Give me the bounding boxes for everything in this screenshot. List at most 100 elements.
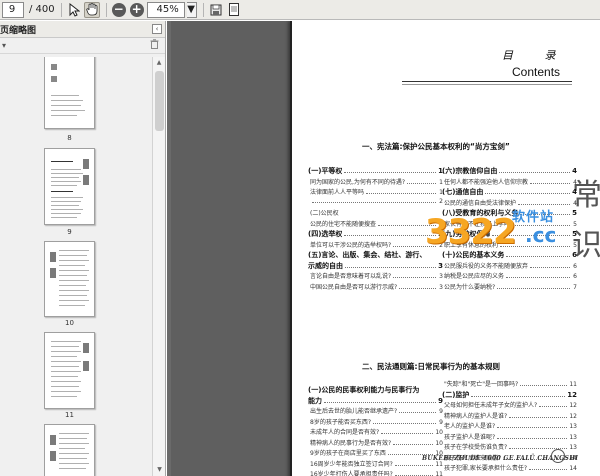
- toc-entry-text: (一)平等权: [308, 167, 343, 175]
- collapse-panel-icon[interactable]: ‹: [152, 24, 162, 34]
- zoom-dropdown-icon[interactable]: ▼: [186, 1, 197, 18]
- toc-leader-dots: [530, 266, 570, 268]
- toc-entry: 言论自由是否意味着可以乱说? 3: [308, 271, 443, 282]
- page-thumbnail-12[interactable]: [44, 424, 95, 476]
- toc-entry-text: 老人的监护人是谁?: [444, 423, 496, 430]
- toc-entry: 精神病人的监护人是谁? 12: [442, 411, 577, 422]
- toc-entry-text: (二)监护: [442, 390, 470, 399]
- scroll-up-icon[interactable]: ▲: [153, 57, 165, 69]
- toc-entry-text: 父母如何担任未成年子女的监护人?: [444, 402, 538, 409]
- toc-page-number: 4: [573, 178, 577, 186]
- toc-entry-text: 9岁的孩子在商店里买了东西: [310, 450, 386, 457]
- title-rule: [402, 81, 572, 82]
- toc-leader-dots: [393, 277, 436, 278]
- zoom-in-icon[interactable]: +: [129, 2, 145, 18]
- toc-entry: 公民服兵役的义务不能随便放弃 6: [442, 261, 577, 272]
- toc-entry-text: 精神病人的监护人是谁?: [444, 412, 508, 420]
- toc-entry-text: 16岁少年打伤人要承担责任吗?: [310, 471, 393, 476]
- page-edge: [290, 21, 292, 476]
- hand-tool-icon[interactable]: [83, 1, 100, 18]
- toc-page-number: 4: [573, 199, 577, 207]
- toc-leader-dots: [399, 412, 436, 413]
- toc-entry-text: 公民的住宅不能随便搜查: [310, 220, 377, 228]
- toc-entry: 公民为什么要纳税? 7: [442, 282, 577, 293]
- toc-page-number: 6: [572, 251, 577, 259]
- toc-heading-entry: (二)监护 12: [442, 390, 577, 401]
- toc-entry-text: (一)公民的民事权利能力与民事行为: [308, 386, 420, 394]
- toc-page-number: 6: [573, 273, 577, 280]
- toc-leader-dots: [344, 235, 436, 236]
- panel-splitter[interactable]: [167, 21, 171, 476]
- toc-page-number: 12: [567, 390, 577, 399]
- toc-leader-dots: [399, 287, 436, 289]
- title-rule: [402, 84, 572, 85]
- toolbar: 9 / 400 − + 45% ▼: [0, 0, 600, 20]
- toc-entry-text: 纳税是公民应尽的义务: [444, 273, 505, 280]
- toc-page-number: 5: [573, 241, 577, 249]
- toc-entry: 老人的监护人是谁? 13: [442, 421, 577, 432]
- toc-entry-text: 孩子在学校受伤谁负责?: [444, 444, 508, 451]
- toc-entry-text: 法律面前人人平等吗: [310, 189, 365, 196]
- toc-heading-entry: (一)平等权 1: [308, 166, 443, 177]
- section-title: 一、宪法篇:保护公民基本权利的“尚方宝剑”: [362, 142, 510, 151]
- toc-leader-dots: [394, 464, 434, 466]
- page-view-icon[interactable]: [226, 2, 242, 18]
- thumbnail-label: 8: [67, 134, 72, 142]
- toc-page-number: 13: [569, 423, 577, 430]
- page-number-input[interactable]: 9: [2, 1, 24, 18]
- toc-entry-text: "失踪"和"死亡"是一回事吗?: [444, 381, 519, 388]
- toc-leader-dots: [381, 433, 434, 434]
- toc-entry: 16岁少年打伤人要承担责任吗? 11: [308, 469, 443, 476]
- section-title: 二、民法通则篇:日常民事行为的基本规则: [362, 362, 500, 371]
- toc-entry-text: 孩子犯罪,家长要承担什么责任?: [444, 465, 528, 472]
- scroll-down-icon[interactable]: ▼: [153, 464, 166, 476]
- thumbnail-list: 8 9 10 11: [0, 57, 152, 476]
- toc-leader-dots: [393, 443, 434, 445]
- toc-entry: 法律面前人人平等吗 1: [308, 187, 443, 198]
- toc-page-number: 13: [569, 444, 577, 451]
- toc-entry-text: 16周岁少年能否独立签订合同?: [310, 460, 393, 468]
- thumbnail-panel-header: 页缩略图 ‹: [0, 21, 165, 38]
- toc-page-number: 7: [573, 283, 577, 291]
- toc-heading-entry: (六)宗教信仰自由 4: [442, 166, 577, 177]
- toc-heading-entry: (一)公民的民事权利能力与民事行为: [308, 385, 443, 396]
- trash-icon[interactable]: [150, 39, 159, 52]
- toc-entry-text: 示威的自由: [308, 261, 343, 270]
- watermark-suffix: .cc: [525, 223, 557, 247]
- toc-entry-text: (四)选举权: [308, 230, 343, 238]
- thumbnail-scrollbar[interactable]: ▲ ▼: [152, 57, 165, 476]
- toc-page-number: 6: [573, 262, 577, 270]
- toc-column-left-2: (一)公民的民事权利能力与民事行为 能力 9 出生后去世的胎儿能否继承遗产? 9 8岁的孩…: [308, 385, 443, 476]
- save-icon[interactable]: [208, 2, 224, 18]
- toolbar-separator: [60, 2, 62, 17]
- toc-heading-entry: (五)言论、出版、集会、结社、游行、: [308, 250, 443, 261]
- toc-subtitle: Contents: [512, 65, 561, 79]
- toc-page-number: 11: [569, 381, 577, 388]
- toc-entry: 8岁的孩子能否买东西? 9: [308, 417, 443, 428]
- page-thumbnail-10[interactable]: [44, 241, 95, 317]
- toc-entry: (二)公民权: [308, 208, 443, 219]
- zoom-out-icon[interactable]: −: [111, 2, 127, 18]
- toc-leader-dots: [530, 182, 570, 184]
- toc-title: 目 录: [502, 49, 570, 62]
- toc-entry: 孩子犯罪,家长要承担什么责任? 14: [442, 463, 577, 474]
- toc-leader-dots: [345, 266, 436, 268]
- page-thumbnail-9[interactable]: [44, 148, 95, 225]
- options-dropdown-icon[interactable]: ▾: [2, 41, 6, 50]
- zoom-input[interactable]: 45%: [146, 1, 185, 18]
- toc-entry: 孩子监护人是谁呢? 13: [442, 432, 577, 443]
- toc-entry-text: (二)公民权: [310, 210, 339, 217]
- toc-leader-dots: [509, 416, 568, 418]
- toc-page-number: 5: [572, 230, 577, 238]
- scrollbar-thumb[interactable]: [155, 71, 164, 131]
- thumbnail-panel-tools: ▾: [0, 38, 165, 54]
- page-thumbnail-8[interactable]: [44, 57, 95, 129]
- toc-entry-text: 言论自由是否意味着可以乱说?: [310, 273, 392, 280]
- toc-page-number: 14: [569, 465, 577, 472]
- page-thumbnail-11[interactable]: [44, 332, 95, 409]
- toc-entry-text: 中国公民自由是否可以游行示威?: [310, 283, 398, 291]
- document-view[interactable]: 目 录 Contents 常识 一、宪法篇:保护公民基本权利的“尚方宝剑” (一…: [167, 21, 600, 476]
- select-cursor-icon[interactable]: [66, 2, 82, 18]
- page-total-label: / 400: [29, 4, 55, 15]
- toc-leader-dots: [344, 172, 436, 173]
